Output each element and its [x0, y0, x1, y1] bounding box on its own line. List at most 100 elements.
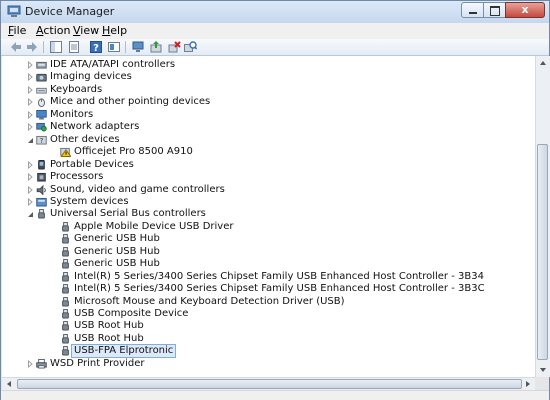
expand-arrow-icon[interactable] [26, 160, 34, 169]
tree-item-label: Generic USB Hub [74, 233, 160, 245]
tree-item-label: Processors [50, 171, 104, 183]
ide-controller-icon [36, 61, 47, 69]
tree-item-label: Keyboards [50, 83, 103, 95]
tree-item-label: IDE ATA/ATAPI controllers [50, 59, 176, 70]
tree-item-label: USB Composite Device [74, 308, 189, 319]
menu-view-label: iew [80, 24, 100, 37]
tree-item-label: WSD Print Provider [50, 357, 145, 369]
window-title: Device Manager [25, 5, 115, 18]
tree-item-label: Officejet Pro 8500 A910 [74, 146, 193, 158]
device-manager-app-icon [7, 5, 21, 17]
help-icon: ? [90, 41, 102, 54]
minimize-button[interactable] [461, 2, 483, 18]
menu-bar: File Action View Help [1, 23, 549, 40]
window-controls: x [461, 2, 545, 20]
tree-item-label: Intel(R) 5 Series/3400 Series Chipset Fa… [74, 283, 485, 295]
menu-file[interactable]: File [8, 24, 26, 37]
show-hide-tree-icon [50, 41, 62, 53]
expand-arrow-icon[interactable] [26, 85, 34, 94]
expand-arrow-icon[interactable] [26, 61, 34, 69]
scan-hardware-icon [184, 41, 197, 52]
tree-item-label: Mice and other pointing devices [50, 96, 211, 108]
maximize-icon [490, 6, 500, 16]
show-hide-tree-button[interactable] [49, 40, 63, 54]
expand-arrow-icon[interactable] [26, 110, 34, 119]
title-bar[interactable]: Device Manager x [1, 1, 549, 23]
tree-item-label: Generic USB Hub [74, 245, 160, 257]
usb-icon [62, 346, 69, 356]
other-devices-icon: ? [36, 135, 47, 145]
forward-button[interactable] [25, 40, 39, 54]
mouse-icon [37, 98, 46, 108]
close-icon: x [521, 3, 529, 16]
back-icon [11, 42, 21, 52]
display-devices-icon [132, 41, 144, 52]
horizontal-scroll-thumb[interactable] [17, 379, 522, 389]
tree-item-label: Apple Mobile Device USB Driver [74, 220, 234, 232]
tree-item-label: Other devices [50, 133, 120, 145]
expand-arrow-icon[interactable] [26, 359, 34, 368]
usb-icon [62, 284, 69, 294]
monitor-icon [36, 109, 47, 120]
sound-icon [36, 184, 46, 195]
scroll-left-icon[interactable] [3, 378, 15, 390]
portable-device-icon [38, 159, 45, 170]
usb-icon [62, 321, 69, 331]
expand-arrow-icon[interactable] [26, 197, 34, 206]
usb-icon [62, 296, 69, 307]
menu-help-label: elp [110, 24, 128, 37]
expand-arrow-icon[interactable] [26, 185, 34, 194]
expand-arrow-icon[interactable] [26, 123, 34, 132]
scroll-right-icon[interactable] [522, 378, 534, 390]
back-button[interactable] [9, 40, 23, 54]
menu-file-label: ile [13, 24, 27, 37]
horizontal-scrollbar[interactable] [2, 377, 535, 390]
keyboard-icon [36, 87, 47, 94]
usb-icon [38, 209, 45, 219]
uninstall-button[interactable] [167, 40, 181, 54]
tree-item-label: Microsoft Mouse and Keyboard Detection D… [74, 295, 345, 307]
status-bar [1, 390, 549, 400]
warning-device-icon [60, 148, 71, 158]
device-manager-window: Device Manager x File Action View Help ? [0, 0, 550, 400]
vertical-scroll-thumb[interactable] [537, 144, 548, 360]
vertical-scrollbar[interactable] [535, 56, 550, 377]
usb-icon [62, 259, 69, 269]
tree-item-label: Network adapters [50, 121, 140, 133]
usb-icon [62, 309, 69, 319]
collapse-arrow-icon[interactable] [26, 136, 34, 144]
scroll-down-icon[interactable] [536, 364, 550, 376]
display-devices-button[interactable] [131, 40, 145, 54]
menu-help[interactable]: Help [102, 24, 127, 37]
tree-item-label: Imaging devices [50, 71, 132, 83]
tree-item-label: Intel(R) 5 Series/3400 Series Chipset Fa… [74, 270, 484, 282]
scan-hardware-button[interactable] [183, 40, 197, 54]
svg-text:?: ? [40, 137, 44, 145]
help-button[interactable]: ? [89, 40, 103, 54]
collapse-arrow-icon[interactable] [26, 210, 34, 218]
expand-arrow-icon[interactable] [26, 173, 34, 182]
maximize-button[interactable] [483, 2, 505, 18]
close-button[interactable]: x [505, 2, 545, 18]
update-driver-button[interactable] [149, 40, 163, 54]
printer-icon [36, 358, 47, 369]
view-resources-button[interactable] [107, 40, 121, 54]
expand-arrow-icon[interactable] [26, 98, 34, 107]
minimize-icon [469, 12, 477, 14]
device-tree[interactable]: IDE ATA/ATAPI controllers Imaging devices… [2, 56, 535, 377]
toolbar: ? [1, 39, 549, 56]
menu-view[interactable]: View [73, 24, 99, 37]
properties-button[interactable] [67, 40, 81, 54]
toolbar-separator [43, 41, 44, 53]
usb-icon [62, 333, 69, 344]
tree-item-label: Sound, video and game controllers [50, 183, 225, 195]
menu-action[interactable]: Action [36, 24, 70, 37]
processor-icon [37, 172, 46, 182]
scroll-up-icon[interactable] [536, 57, 550, 69]
tree-item-label: Universal Serial Bus controllers [50, 208, 206, 220]
forward-icon [27, 42, 37, 52]
tree-item-label: System devices [50, 195, 129, 207]
expand-arrow-icon[interactable] [26, 73, 34, 82]
tree-item-label: Generic USB Hub [74, 258, 160, 270]
usb-icon [62, 246, 69, 257]
